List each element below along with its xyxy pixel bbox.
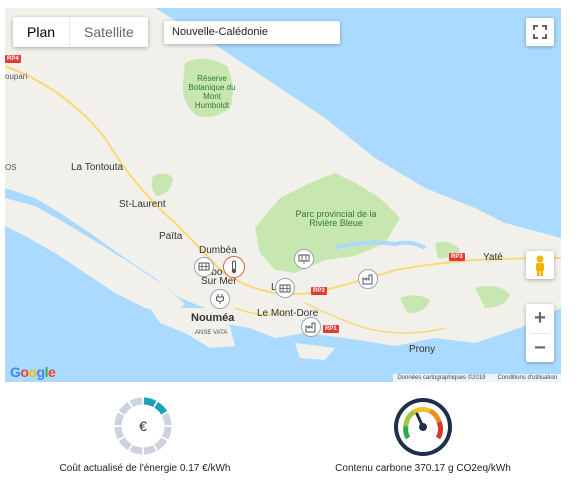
map-data-credit: Données cartographiques ©2019	[397, 375, 486, 381]
fullscreen-button[interactable]	[526, 18, 554, 46]
street-view-pegman[interactable]	[526, 251, 554, 279]
carbon-scale-red	[435, 420, 444, 440]
marker-solar-ladoua[interactable]	[275, 278, 295, 298]
cost-gauge-segment	[154, 437, 168, 451]
road-sign-rp3: RP3	[311, 287, 327, 295]
map-base	[5, 8, 561, 360]
cost-gauge-segment	[129, 444, 143, 455]
label-prony: Prony	[409, 344, 436, 355]
carbon-metric-label: Contenu carbone 370.17 g CO2eq/kWh	[335, 463, 511, 474]
google-logo: Google	[10, 364, 56, 380]
label-la-tontouta: La Tontouta	[71, 162, 124, 173]
marker-solar-dumbea[interactable]	[194, 257, 214, 277]
marker-thermal-dumbea[interactable]	[223, 256, 245, 278]
factory-icon	[362, 274, 373, 285]
thermometer-icon	[231, 260, 237, 274]
cost-gauge-segment	[114, 412, 125, 426]
cost-gauge-segment	[161, 426, 172, 440]
solar-panel-icon	[298, 254, 310, 264]
tab-satellite[interactable]: Satellite	[69, 17, 148, 47]
google-logo-mark: G	[10, 364, 21, 380]
label-reserve: Réserve Botanique du Mont Humboldt	[188, 74, 236, 110]
marker-plug-noumea[interactable]	[210, 289, 230, 309]
marker-solar-north[interactable]	[294, 249, 314, 269]
map-attribution: Données cartographiques ©2019 Conditions…	[393, 374, 561, 382]
cost-gauge-segment	[143, 444, 157, 455]
zoom-control: + −	[526, 304, 554, 362]
label-paita: Païta	[159, 231, 183, 242]
carbon-scale-yellow	[412, 406, 432, 415]
cost-gauge-segment	[154, 401, 168, 415]
carbon-scale-green	[403, 425, 411, 440]
label-saint-laurent: St-Laurent	[119, 199, 166, 210]
fullscreen-icon	[533, 25, 547, 39]
label-anse-vata: ANSE VATA	[195, 330, 228, 336]
cost-gauge: €	[114, 397, 172, 455]
marker-factory-montdore[interactable]	[301, 317, 321, 337]
marker-factory-east[interactable]	[358, 269, 378, 289]
label-dumbea: Dumbéa	[199, 245, 237, 256]
terms-of-use-link[interactable]: Conditions d'utilisation	[497, 375, 557, 381]
region-search-field[interactable]: Nouvelle-Calédonie	[164, 21, 340, 44]
cost-gauge-segment	[118, 401, 132, 415]
zoom-out-button[interactable]: −	[526, 334, 554, 363]
label-parc-riviere-bleue: Parc provincial de la Rivière Bleue	[295, 209, 377, 228]
plug-icon	[216, 294, 224, 304]
cost-metric-label: Coût actualisé de l'énergie 0.17 €/kWh	[59, 463, 231, 474]
map[interactable]: Plan Satellite Nouvelle-Calédonie + − Ré…	[5, 8, 561, 382]
road-sign-rp1: RP1	[323, 325, 339, 333]
map-type-control: Plan Satellite	[13, 17, 148, 47]
solar-panel-icon	[279, 284, 291, 293]
cost-gauge-segment	[118, 437, 132, 451]
cost-gauge-segment	[161, 412, 172, 426]
label-os: OS	[5, 163, 17, 172]
cost-gauge-segment	[129, 397, 143, 408]
solar-panel-icon	[198, 262, 210, 271]
cost-gauge-segment	[143, 397, 157, 408]
tab-plan[interactable]: Plan	[13, 17, 69, 47]
label-yate: Yaté	[483, 252, 503, 263]
pegman-icon	[536, 255, 544, 276]
factory-icon	[305, 322, 316, 333]
road-sign-rp3-east: RP3	[449, 253, 465, 261]
label-noumea: Nouméa	[191, 312, 235, 324]
label-ouapari: oupari	[5, 72, 28, 81]
road-sign-rp4: RP4	[5, 55, 21, 63]
euro-symbol: €	[139, 418, 147, 434]
carbon-gauge	[394, 398, 452, 456]
zoom-in-button[interactable]: +	[526, 304, 554, 333]
carbon-gauge-hub	[419, 423, 427, 431]
cost-gauge-segment	[114, 426, 125, 440]
